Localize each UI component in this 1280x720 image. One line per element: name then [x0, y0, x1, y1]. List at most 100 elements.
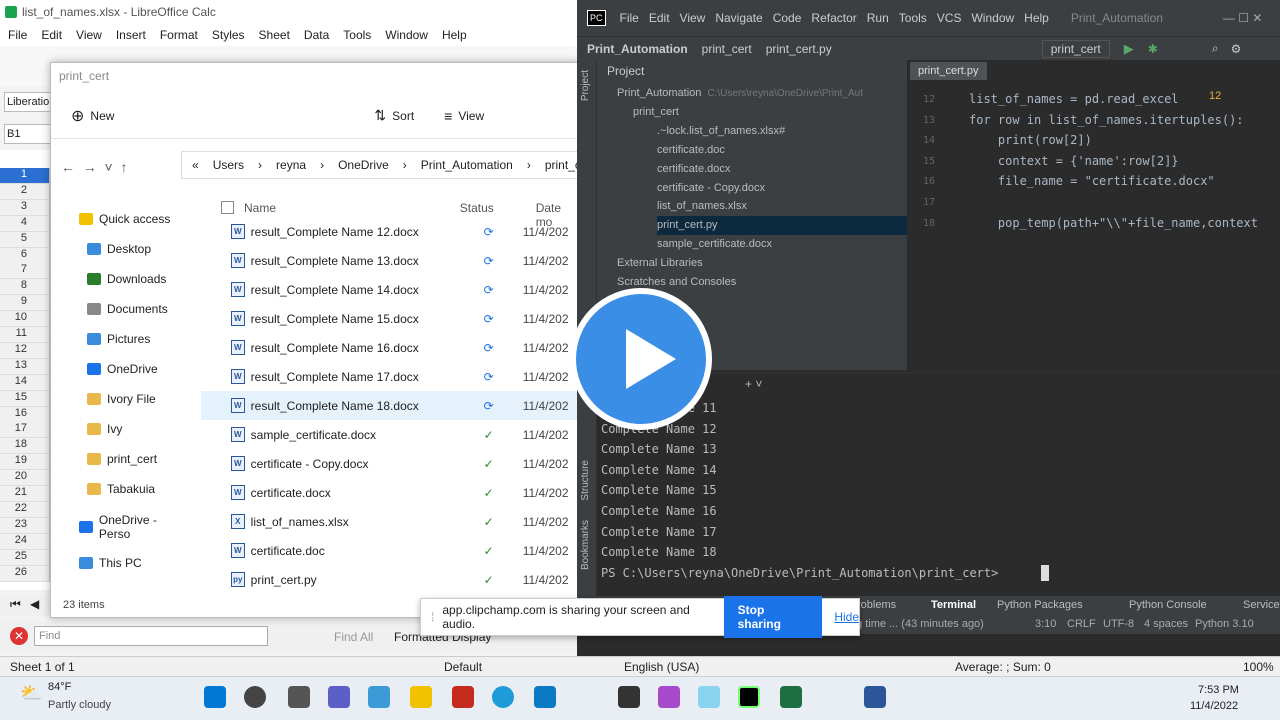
lo-menu-view[interactable]: View: [76, 28, 102, 46]
app-icon-3[interactable]: [698, 686, 720, 708]
clock-date[interactable]: 11/4/2022: [1190, 700, 1238, 712]
file-row[interactable]: Wresult_Complete Name 16.docx ⟳ 11/4/202: [201, 333, 581, 362]
prev-sheet-icon[interactable]: ◀: [30, 597, 39, 611]
address-bar[interactable]: «Users › reyna › OneDrive › Print_Automation › p…: [181, 151, 595, 179]
row-header[interactable]: 23: [0, 517, 50, 534]
drag-handle-icon[interactable]: ⁞: [431, 610, 434, 624]
row-header[interactable]: 9: [0, 295, 50, 312]
project-tool-tab[interactable]: Project: [580, 70, 591, 101]
tree-item[interactable]: print_cert.py: [657, 216, 907, 236]
pc-menu-navigate[interactable]: Navigate: [715, 11, 762, 25]
overflow-icon[interactable]: «: [192, 158, 199, 172]
hide-button[interactable]: Hide: [834, 610, 859, 624]
search-icon[interactable]: ⌕: [1212, 41, 1219, 56]
code-editor[interactable]: 12 list_of_names = pd.read_excel 13 for row…: [907, 84, 1280, 350]
excel-icon[interactable]: [780, 686, 802, 708]
pc-menu-file[interactable]: File: [620, 11, 639, 25]
tree-item[interactable]: sample_certificate.docx: [657, 235, 772, 254]
lo-menu-format[interactable]: Format: [160, 28, 198, 46]
row-header[interactable]: 20: [0, 470, 50, 487]
row-header[interactable]: 6: [0, 247, 50, 264]
warning-count[interactable]: 12: [1209, 90, 1221, 102]
nav-item[interactable]: print_cert: [87, 449, 157, 469]
nav-item[interactable]: Desktop: [87, 239, 151, 259]
sheet-nav[interactable]: ⏮ ◀: [0, 594, 50, 616]
status-item[interactable]: 3:10: [1035, 618, 1056, 630]
lo-menu-data[interactable]: Data: [304, 28, 329, 46]
tree-item[interactable]: .~lock.list_of_names.xlsx#: [657, 122, 785, 141]
find-input[interactable]: Find: [34, 626, 268, 646]
row-header[interactable]: 19: [0, 454, 50, 471]
lo-menu-styles[interactable]: Styles: [212, 28, 245, 46]
row-header[interactable]: 25: [0, 549, 50, 566]
row-header[interactable]: 13: [0, 358, 50, 375]
weather-temp[interactable]: 84°F: [48, 681, 71, 693]
nav-item[interactable]: OneDrive - Perso: [79, 513, 191, 541]
file-row[interactable]: py print_cert.py ✓ 11/4/202: [201, 565, 581, 594]
view-button[interactable]: View: [458, 109, 484, 123]
row-header[interactable]: 8: [0, 279, 50, 296]
search-taskbar-icon[interactable]: [244, 686, 266, 708]
file-row[interactable]: Wresult_Complete Name 12.docx ⟳ 11/4/202: [201, 217, 581, 246]
debug-icon[interactable]: ✱: [1148, 42, 1158, 56]
file-row[interactable]: Wresult_Complete Name 13.docx ⟳ 11/4/202: [201, 246, 581, 275]
row-header[interactable]: 15: [0, 390, 50, 407]
app-icon-2[interactable]: [618, 686, 640, 708]
nav-item[interactable]: Downloads: [87, 269, 166, 289]
font-name-box[interactable]: Liberation: [4, 92, 56, 112]
sort-button[interactable]: Sort: [392, 109, 414, 123]
file-row[interactable]: Wcertificate.docx ✓ 11/4/202: [201, 478, 581, 507]
pc-menu-run[interactable]: Run: [867, 11, 889, 25]
lo-menu-sheet[interactable]: Sheet: [259, 28, 290, 46]
row-header[interactable]: 7: [0, 263, 50, 280]
tree-item[interactable]: certificate - Copy.docx: [657, 179, 765, 198]
pc-menu-window[interactable]: Window: [971, 11, 1014, 25]
nav-item[interactable]: Tabakuia: [87, 479, 155, 499]
bookmarks-tool-tab[interactable]: Bookmarks: [580, 520, 591, 570]
breadcrumb-segment[interactable]: reyna: [276, 158, 306, 172]
status-item[interactable]: xing time ... (43 minutes ago): [842, 618, 984, 630]
bottom-tab[interactable]: Python Console: [1129, 599, 1207, 611]
crumb-folder[interactable]: print_cert: [702, 42, 752, 56]
tree-item[interactable]: External Libraries: [617, 254, 703, 273]
app-l-icon[interactable]: [368, 686, 390, 708]
lo-menu-tools[interactable]: Tools: [343, 28, 371, 46]
name-box[interactable]: B1: [4, 124, 56, 144]
file-row[interactable]: Wresult_Complete Name 15.docx ⟳ 11/4/202: [201, 304, 581, 333]
mcafee-icon[interactable]: [452, 686, 474, 708]
nav-item[interactable]: Ivory File: [87, 389, 156, 409]
nav-item[interactable]: Documents: [87, 299, 168, 319]
file-row[interactable]: Xlist_of_names.xlsx ✓ 11/4/202: [201, 507, 581, 536]
status-item[interactable]: UTF-8: [1103, 618, 1134, 630]
bottom-tab[interactable]: Python Packages: [997, 599, 1083, 611]
status-item[interactable]: Python 3.10: [1195, 618, 1254, 630]
play-button-icon[interactable]: [570, 288, 712, 430]
pc-menu-code[interactable]: Code: [773, 11, 802, 25]
row-header[interactable]: 11: [0, 327, 50, 343]
file-row[interactable]: Wcertificate - Copy.docx ✓ 11/4/202: [201, 449, 581, 478]
tree-item[interactable]: certificate.doc: [657, 141, 725, 160]
back-arrow-icon[interactable]: ← → ˅ ↑: [61, 159, 128, 175]
pc-menu-vcs[interactable]: VCS: [937, 11, 962, 25]
gear-icon[interactable]: ⚙: [1231, 42, 1242, 56]
new-button[interactable]: New: [90, 109, 114, 123]
structure-tool-tab[interactable]: Structure: [580, 460, 591, 501]
file-row[interactable]: Wcertificate.doc ✓ 11/4/202: [201, 536, 581, 565]
sort-icon[interactable]: ⇅: [374, 107, 386, 124]
nav-item[interactable]: Ivy: [87, 419, 122, 439]
row-header[interactable]: 24: [0, 533, 50, 550]
row-header[interactable]: 21: [0, 486, 50, 502]
nav-item[interactable]: Pictures: [87, 329, 150, 349]
lo-menu-window[interactable]: Window: [385, 28, 428, 46]
nav-item[interactable]: OneDrive: [87, 359, 158, 379]
clock-time[interactable]: 7:53 PM: [1198, 684, 1239, 696]
crumb-project[interactable]: Print_Automation: [587, 42, 688, 56]
tree-item[interactable]: print_cert: [633, 103, 679, 122]
row-header[interactable]: 5: [0, 231, 50, 248]
file-row[interactable]: Wresult_Complete Name 17.docx ⟳ 11/4/202: [201, 362, 581, 391]
row-header[interactable]: 1: [0, 168, 50, 184]
project-panel-title[interactable]: Project: [607, 64, 644, 78]
edge-icon[interactable]: [492, 686, 514, 708]
file-row[interactable]: Wresult_Complete Name 18.docx ⟳ 11/4/202: [201, 391, 581, 420]
first-sheet-icon[interactable]: ⏮: [10, 597, 21, 612]
